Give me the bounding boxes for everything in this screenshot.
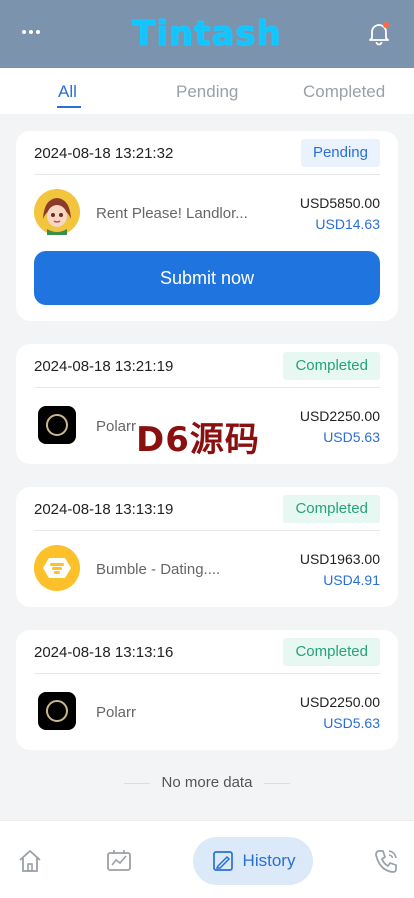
app-name: Rent Please! Landlor... [96,205,248,222]
order-card-header: 2024-08-18 13:13:19 Completed [34,487,380,531]
order-card-header: 2024-08-18 13:21:32 Pending [34,131,380,175]
history-icon [212,851,233,871]
nav-history-label: History [242,851,296,870]
order-time: 2024-08-18 13:13:19 [34,501,174,518]
tab-pending[interactable]: Pending [176,82,238,102]
order-amount: USD2250.00 [299,694,380,710]
nav-history-button[interactable]: History [193,837,313,885]
order-card: 2024-08-18 13:13:19 Completed Bumble - D… [16,487,398,607]
order-card: 2024-08-18 13:21:32 Pending Rent Please!… [16,131,398,321]
tab-all[interactable]: All [58,82,77,102]
bottom-nav: History [0,820,414,898]
order-time: 2024-08-18 13:21:32 [34,145,174,162]
app-name: Polarr [96,704,137,721]
order-row: Polarr USD2250.00 USD5.63 [34,674,380,750]
order-row: Bumble - Dating.... USD1963.00 USD4.91 [34,531,380,607]
app-header: Tintash [0,0,414,68]
status-badge: Completed [283,495,380,523]
status-badge: Completed [283,638,380,666]
order-amount: USD1963.00 [299,551,380,567]
bell-icon[interactable] [366,20,392,46]
order-row: Rent Please! Landlor... USD5850.00 USD14… [34,175,380,251]
order-amount: USD2250.00 [299,408,380,424]
brand-logo: Tintash [132,14,282,55]
order-card-header: 2024-08-18 13:13:16 Completed [34,630,380,674]
status-badge: Completed [283,352,380,380]
active-tab-indicator [57,106,81,108]
home-icon[interactable] [16,847,44,875]
order-amount: USD5850.00 [299,195,380,211]
divider [264,782,291,784]
order-commission: USD14.63 [315,216,380,232]
tasks-icon[interactable] [105,847,133,875]
bumble-icon [34,545,80,591]
list-end-indicator: No more data [0,774,414,791]
app-name: Bumble - Dating.... [96,561,221,578]
watermark: D6源码 [136,420,260,460]
no-more-text: No more data [161,774,253,791]
tab-completed[interactable]: Completed [303,82,385,102]
status-badge: Pending [300,139,380,167]
order-time: 2024-08-18 13:13:16 [34,644,174,661]
polarr-icon [38,406,76,444]
submit-now-button[interactable]: Submit now [34,251,380,305]
order-time: 2024-08-18 13:21:19 [34,358,174,375]
order-commission: USD5.63 [323,715,380,731]
polarr-icon [38,692,76,730]
phone-icon[interactable] [372,847,400,875]
order-commission: USD4.91 [323,572,380,588]
order-card: 2024-08-18 13:13:16 Completed Polarr USD… [16,630,398,750]
status-tabs: All Pending Completed [0,68,414,114]
order-card-header: 2024-08-18 13:21:19 Completed [34,344,380,388]
order-commission: USD5.63 [323,429,380,445]
rent-please-avatar-icon [34,189,80,235]
app-name: Polarr [96,418,137,435]
divider [123,782,150,784]
